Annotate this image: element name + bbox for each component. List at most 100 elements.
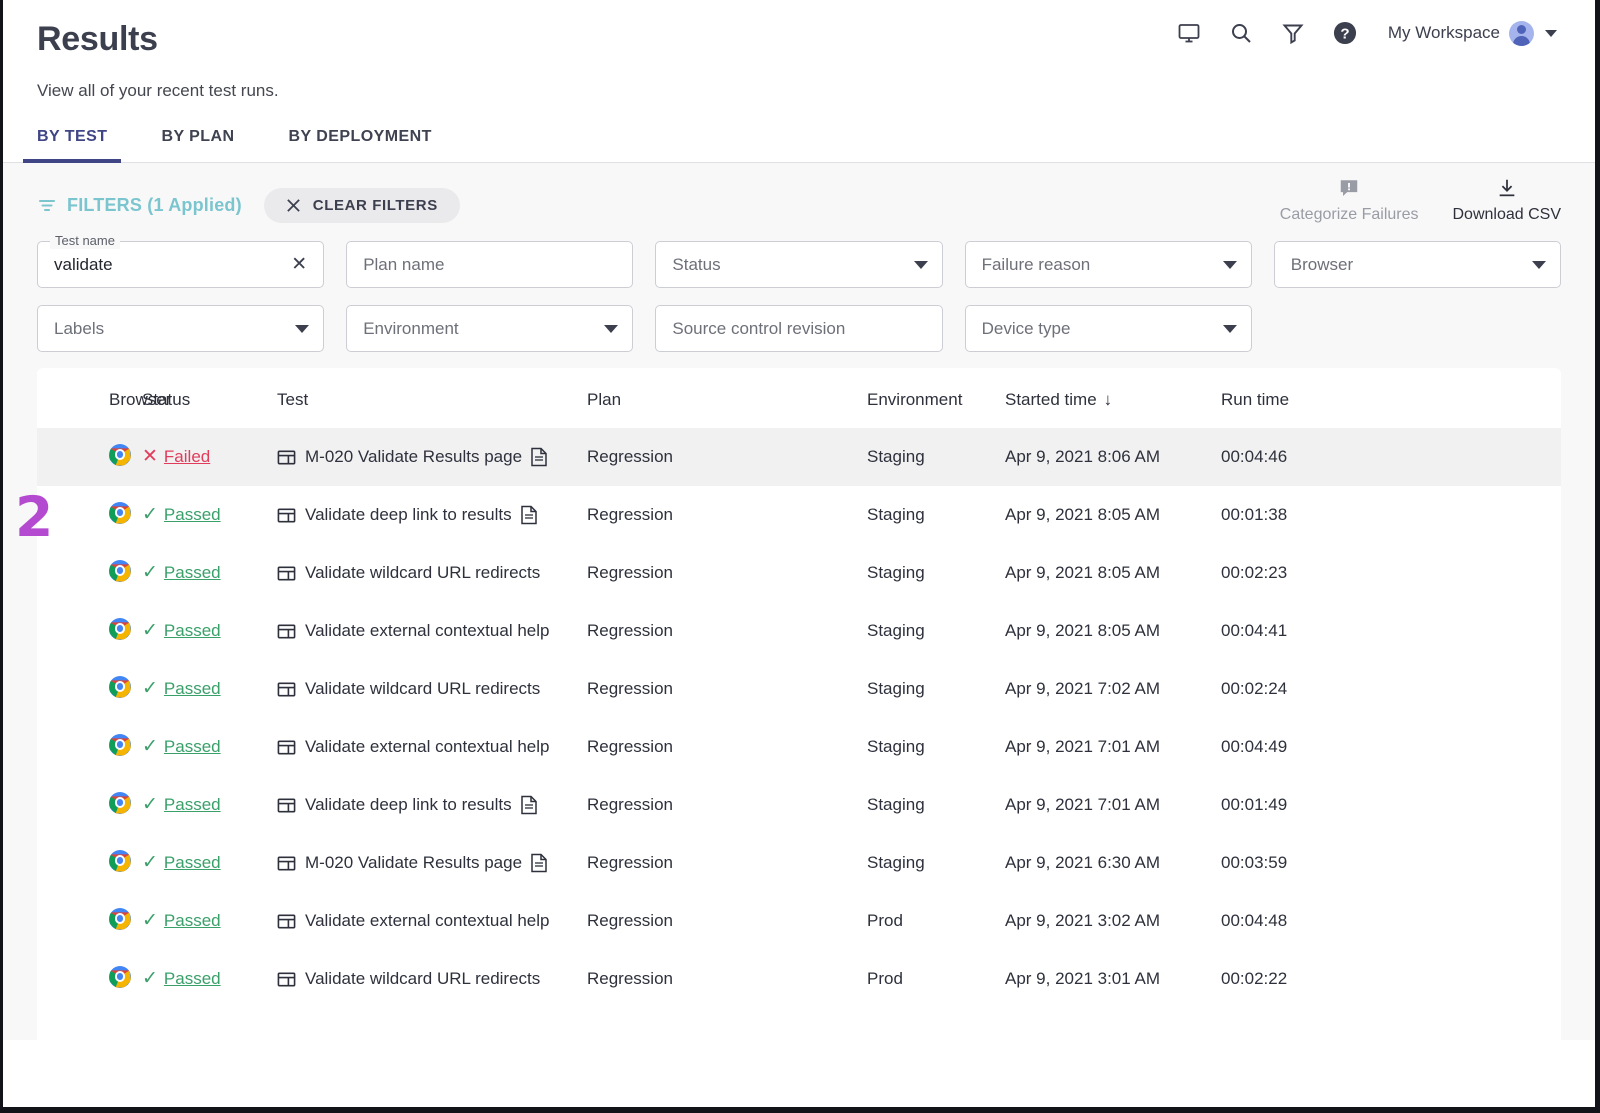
table-row[interactable]: ✓PassedValidate deep link to resultsRegr… [37, 776, 1561, 834]
cell-plan: Regression [587, 428, 867, 486]
test-name-label[interactable]: Validate deep link to results [305, 795, 512, 815]
table-row[interactable]: ✓Passed Validate external contextual help… [37, 892, 1561, 950]
filter-labels[interactable]: Labels [37, 305, 324, 352]
status-link[interactable]: ✓Passed [142, 621, 221, 641]
table-body: ✕Failed M-020 Validate Results page Regres… [37, 428, 1561, 1008]
test-name-label[interactable]: M-020 Validate Results page [305, 447, 522, 467]
avatar [1509, 21, 1534, 46]
status-link[interactable]: ✓Passed [142, 853, 221, 873]
cell-environment: Staging [867, 776, 1005, 834]
tab-by-deployment[interactable]: BY DEPLOYMENT [275, 128, 446, 162]
cell-status: ✓Passed [142, 950, 277, 1008]
status-link[interactable]: ✓Passed [142, 911, 221, 931]
status-link[interactable]: ✓Passed [142, 795, 221, 815]
table-row[interactable]: ✓Passed Validate external contextual help… [37, 718, 1561, 776]
cell-started-time: Apr 9, 2021 7:02 AM [1005, 660, 1221, 718]
filter-browser[interactable]: Browser [1274, 241, 1561, 288]
status-label: Passed [164, 969, 221, 989]
cell-status: ✓Passed [142, 602, 277, 660]
tab-by-plan[interactable]: BY PLAN [147, 128, 248, 162]
column-header-status[interactable]: Status [142, 368, 277, 428]
filter-device-type[interactable]: Device type [965, 305, 1252, 352]
download-csv-button[interactable]: Download CSV [1453, 177, 1562, 224]
cell-plan: Regression [587, 660, 867, 718]
tab-by-test[interactable]: BY TEST [23, 128, 121, 162]
clear-test-name-icon[interactable]: ✕ [289, 253, 309, 276]
chrome-icon [109, 966, 131, 988]
filters-label-text: FILTERS (1 Applied) [67, 195, 242, 216]
test-window-icon [277, 680, 296, 699]
table-row[interactable]: ✓PassedM-020 Validate Results pageRegres… [37, 834, 1561, 892]
status-label: Passed [164, 737, 221, 757]
status-link[interactable]: ✕Failed [142, 447, 210, 467]
cell-plan: Regression [587, 486, 867, 544]
chrome-icon [109, 618, 131, 640]
filter-plan-name[interactable]: Plan name [346, 241, 633, 288]
filter-environment[interactable]: Environment [346, 305, 633, 352]
cell-browser [37, 718, 142, 776]
cell-status: ✓Passed [142, 544, 277, 602]
filter-icon[interactable] [1278, 18, 1308, 48]
test-window-icon [277, 796, 296, 815]
clear-filters-button[interactable]: CLEAR FILTERS [264, 188, 460, 223]
svg-text:?: ? [1340, 26, 1349, 43]
filters-toggle[interactable]: FILTERS (1 Applied) [37, 195, 242, 216]
cell-test: Validate external contextual help [277, 602, 587, 660]
download-icon [1496, 177, 1518, 199]
filter-status[interactable]: Status [655, 241, 942, 288]
test-name-label[interactable]: Validate external contextual help [305, 911, 549, 931]
test-name-label[interactable]: Validate external contextual help [305, 737, 549, 757]
status-label: Passed [164, 621, 221, 641]
column-header-started-time[interactable]: Started time↓ [1005, 368, 1221, 428]
status-link[interactable]: ✓Passed [142, 737, 221, 757]
table-row[interactable]: ✓Passed Validate deep link to results Regr… [37, 486, 1561, 544]
workspace-menu[interactable]: My Workspace [1388, 21, 1557, 46]
filter-source-control-revision[interactable]: Source control revision [655, 305, 942, 352]
filter-lines-icon [37, 195, 57, 215]
help-icon[interactable]: ? [1330, 18, 1360, 48]
cell-browser [37, 892, 142, 950]
test-name-label[interactable]: Validate wildcard URL redirects [305, 679, 540, 699]
chrome-icon [109, 676, 131, 698]
table-row[interactable]: ✓Passed Validate external contextual help… [37, 602, 1561, 660]
header-actions: ? My Workspace [1174, 18, 1557, 48]
test-name-label[interactable]: M-020 Validate Results page [305, 853, 522, 873]
column-header-plan[interactable]: Plan [587, 368, 867, 428]
cell-status: ✓Passed [142, 776, 277, 834]
cell-status: ✕Failed [142, 428, 277, 486]
test-name-label[interactable]: Validate deep link to results [305, 505, 512, 525]
column-header-browser[interactable]: Browser [37, 368, 142, 428]
categorize-failures-button[interactable]: Categorize Failures [1280, 177, 1419, 224]
column-header-environment[interactable]: Environment [867, 368, 1005, 428]
cell-environment: Staging [867, 660, 1005, 718]
page-subtitle: View all of your recent test runs. [37, 80, 1561, 102]
status-link[interactable]: ✓Passed [142, 505, 221, 525]
cell-test: Validate wildcard URL redirects [277, 660, 587, 718]
cell-browser [37, 544, 142, 602]
status-link[interactable]: ✓Passed [142, 969, 221, 989]
cell-browser [37, 776, 142, 834]
column-header-run-time[interactable]: Run time [1221, 368, 1561, 428]
cell-started-time: Apr 9, 2021 3:02 AM [1005, 892, 1221, 950]
cell-test: Validate external contextual help [277, 718, 587, 776]
cell-started-time: Apr 9, 2021 8:05 AM [1005, 544, 1221, 602]
cell-started-time: Apr 9, 2021 7:01 AM [1005, 718, 1221, 776]
filter-failure-reason[interactable]: Failure reason [965, 241, 1252, 288]
test-name-label[interactable]: Validate wildcard URL redirects [305, 969, 540, 989]
status-link[interactable]: ✓Passed [142, 563, 221, 583]
table-row[interactable]: ✕Failed M-020 Validate Results page Regres… [37, 428, 1561, 486]
test-name-label[interactable]: Validate external contextual help [305, 621, 549, 641]
table-row[interactable]: ✓PassedValidate wildcard URL redirectsRe… [37, 544, 1561, 602]
table-row[interactable]: ✓PassedValidate wildcard URL redirectsRe… [37, 950, 1561, 1008]
test-name-label[interactable]: Validate wildcard URL redirects [305, 563, 540, 583]
results-table-card: Browser Status Test Plan Environment Sta… [37, 368, 1561, 1040]
cell-started-time: Apr 9, 2021 8:05 AM [1005, 602, 1221, 660]
filter-source-control-revision-placeholder: Source control revision [672, 319, 845, 339]
column-header-test[interactable]: Test [277, 368, 587, 428]
status-link[interactable]: ✓Passed [142, 679, 221, 699]
monitor-icon[interactable] [1174, 18, 1204, 48]
filter-test-name[interactable]: Test name validate ✕ [37, 241, 324, 288]
search-icon[interactable] [1226, 18, 1256, 48]
table-row[interactable]: ✓Passed Validate wildcard URL redirects Re… [37, 660, 1561, 718]
document-icon [520, 795, 538, 815]
